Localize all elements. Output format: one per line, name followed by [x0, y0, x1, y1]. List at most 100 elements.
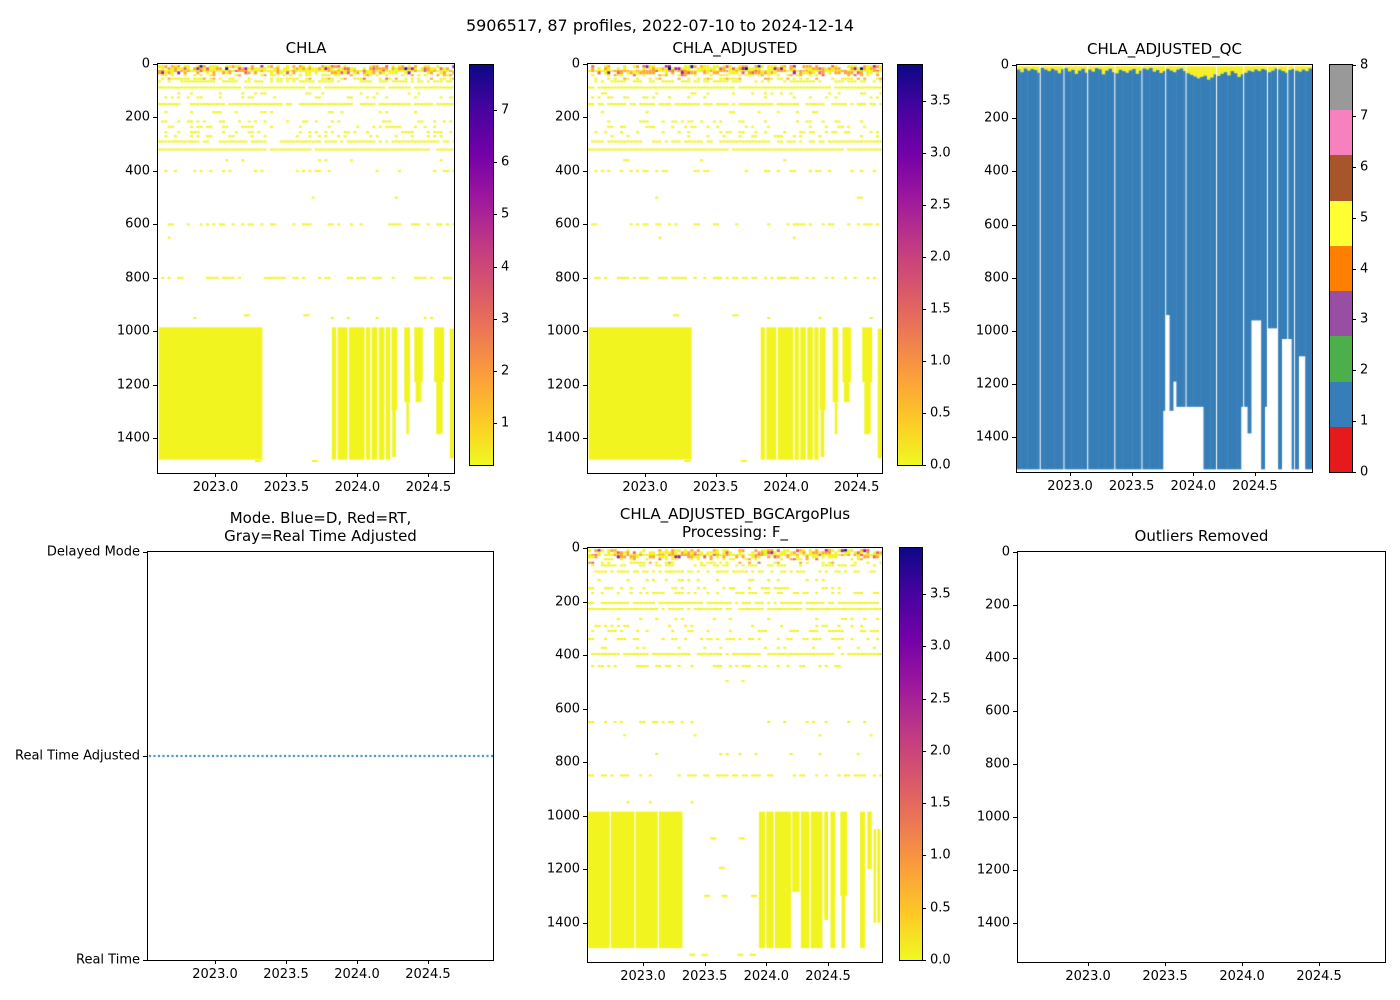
- qc-colorbar-segment: [1330, 200, 1352, 246]
- y-tick-mark: [1012, 65, 1016, 66]
- y-tick-mark: [1012, 277, 1016, 279]
- colorbar-tick-mark: [493, 371, 497, 372]
- x-tick-label: 2023.0: [1065, 969, 1111, 984]
- x-tick-label: 2024.5: [1296, 969, 1342, 984]
- y-tick-mark: [583, 815, 587, 817]
- colorbar-tick-mark: [493, 109, 497, 111]
- colorbar-tick-mark: [1352, 115, 1356, 117]
- colorbar-tick-mark: [922, 413, 926, 415]
- y-tick-label: 400: [125, 163, 150, 179]
- colorbar-tick-label: 2: [501, 363, 510, 379]
- x-tick-label: 2023.0: [1047, 479, 1093, 494]
- colorbar-tick-label: 3: [1360, 311, 1369, 327]
- chla-adjusted-heatmap-canvas: [588, 64, 882, 473]
- y-tick-mark: [583, 117, 587, 119]
- x-tick-mark: [215, 960, 216, 964]
- y-tick-mark: [1012, 118, 1016, 120]
- x-tick-label: 2024.0: [1219, 969, 1265, 984]
- y-tick-label: 600: [125, 216, 150, 232]
- colorbar-tick-mark: [922, 646, 926, 648]
- bgcargoplus-title: CHLA_ADJUSTED_BGCArgoPlus Processing: F_: [619, 505, 851, 541]
- y-tick-mark: [1013, 658, 1017, 659]
- colorbar-tick-label: 6: [501, 154, 510, 170]
- y-tick-mark: [153, 331, 157, 333]
- qc-colorbar-segment: [1330, 290, 1352, 337]
- y-tick-label: 800: [984, 270, 1009, 286]
- colorbar-tick-mark: [922, 101, 926, 103]
- y-tick-mark: [143, 756, 147, 757]
- y-tick-mark: [143, 552, 147, 553]
- x-tick-mark: [786, 473, 788, 477]
- y-tick-mark: [1012, 331, 1016, 332]
- figure-suptitle: 5906517, 87 profiles, 2022-07-10 to 2024…: [465, 16, 855, 35]
- colorbar-tick-label: 1.0: [930, 353, 951, 369]
- x-tick-label: 2024.5: [833, 480, 880, 495]
- chla-title: CHLA: [285, 39, 327, 57]
- y-tick-label: 600: [984, 217, 1009, 233]
- chla-plot: [157, 63, 455, 474]
- colorbar-tick-label: 1.0: [930, 847, 951, 863]
- y-tick-label: 1200: [975, 376, 1009, 392]
- bgcargoplus-heatmap-canvas: [588, 548, 882, 962]
- y-tick-label: 800: [985, 756, 1010, 772]
- y-tick-label: 0: [141, 56, 150, 72]
- qc-colorbar-segment: [1330, 335, 1352, 382]
- outliers-removed-title: Outliers Removed: [1134, 527, 1269, 545]
- chla-adjusted-title: CHLA_ADJUSTED: [672, 39, 798, 57]
- y-tick-label: Real Time: [76, 952, 140, 968]
- colorbar-tick-mark: [493, 162, 497, 164]
- x-tick-label: 2023.5: [1142, 969, 1188, 984]
- y-tick-label: 0: [1001, 544, 1010, 560]
- y-tick-mark: [1013, 605, 1017, 606]
- qc-colorbar-segment: [1330, 109, 1352, 156]
- y-tick-label: 1000: [976, 809, 1010, 825]
- y-tick-mark: [1012, 171, 1016, 173]
- y-tick-label: 1000: [975, 323, 1009, 339]
- x-tick-mark: [286, 960, 287, 964]
- x-tick-mark: [427, 960, 429, 964]
- colorbar-tick-label: 1.5: [930, 301, 951, 317]
- qc-bars-canvas: [1017, 65, 1312, 472]
- y-tick-mark: [153, 224, 157, 226]
- x-tick-mark: [704, 962, 706, 966]
- y-tick-label: 1200: [546, 377, 580, 393]
- y-tick-mark: [583, 655, 587, 657]
- x-tick-mark: [428, 473, 430, 477]
- x-tick-mark: [1242, 962, 1244, 966]
- colorbar-tick-mark: [922, 465, 926, 466]
- colorbar-tick-mark: [922, 309, 926, 311]
- x-tick-label: 2023.0: [192, 967, 238, 982]
- colorbar-tick-label: 6: [1360, 159, 1369, 175]
- colorbar-tick-mark: [922, 698, 926, 700]
- y-tick-mark: [583, 708, 587, 710]
- colorbar-tick-label: 3.5: [930, 586, 951, 602]
- y-tick-label: 0: [571, 540, 580, 556]
- qc-colorbar-segment: [1330, 64, 1352, 111]
- x-tick-label: 2024.5: [1232, 479, 1278, 494]
- qc-colorbar-segment: [1330, 426, 1352, 472]
- y-tick-mark: [143, 960, 147, 961]
- x-tick-mark: [1131, 472, 1133, 476]
- colorbar-tick-mark: [922, 594, 926, 595]
- colorbar-tick-label: 4: [1360, 261, 1369, 276]
- y-tick-mark: [583, 438, 587, 440]
- x-tick-mark: [286, 473, 288, 477]
- colorbar-tick-mark: [922, 750, 926, 752]
- y-tick-mark: [1013, 552, 1017, 553]
- colorbar-tick-mark: [493, 214, 497, 216]
- x-tick-mark: [215, 473, 217, 477]
- x-tick-label: 2023.0: [622, 480, 668, 495]
- colorbar-tick-label: 4: [501, 259, 510, 275]
- x-tick-label: 2024.5: [405, 480, 452, 495]
- x-tick-label: 2024.5: [805, 969, 851, 984]
- y-tick-label: 1400: [116, 430, 150, 446]
- colorbar-tick-mark: [922, 960, 926, 961]
- x-tick-mark: [827, 962, 829, 966]
- y-tick-label: 1000: [116, 323, 150, 339]
- y-tick-mark: [583, 869, 587, 871]
- x-tick-mark: [645, 473, 647, 477]
- y-tick-label: 200: [984, 110, 1009, 126]
- colorbar-tick-label: 1.5: [930, 795, 951, 811]
- y-tick-label: 1400: [976, 915, 1010, 931]
- colorbar-tick-mark: [1352, 319, 1356, 321]
